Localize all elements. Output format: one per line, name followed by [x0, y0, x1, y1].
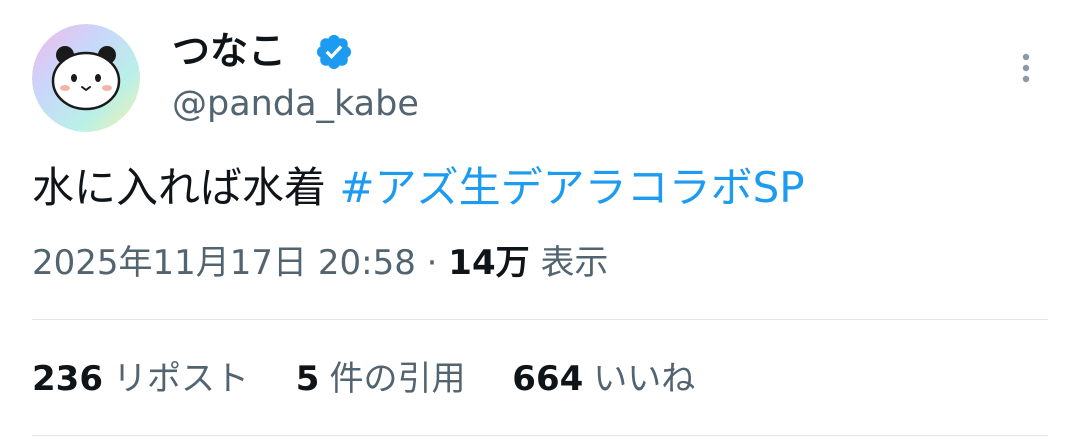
- views-label: 表示: [540, 243, 609, 283]
- views-count: 14万: [448, 243, 530, 283]
- display-name[interactable]: つなこ: [172, 28, 286, 74]
- reposts-label: リポスト: [112, 359, 249, 399]
- tweet-meta: 2025年11月17日 20:58 · 14万 表示: [32, 240, 608, 286]
- reposts-stat[interactable]: 236 リポスト: [32, 356, 249, 402]
- reposts-count: 236: [32, 359, 103, 399]
- verified-badge-icon[interactable]: [314, 32, 354, 72]
- divider: [32, 319, 1048, 320]
- likes-stat[interactable]: 664 いいね: [512, 356, 695, 402]
- panda-avatar-icon: [32, 24, 140, 132]
- tweet-stats: 236 リポスト 5 件の引用 664 いいね: [32, 356, 731, 402]
- divider: [32, 435, 1048, 436]
- hashtag-link[interactable]: #アズ生デアラコラボSP: [339, 163, 804, 212]
- quotes-stat[interactable]: 5 件の引用: [296, 356, 466, 402]
- likes-label: いいね: [593, 359, 696, 399]
- more-vertical-icon: [1022, 53, 1030, 83]
- tweet-text: 水に入れば水着 #アズ生デアラコラボSP: [32, 160, 805, 216]
- tweet-header: つなこ @panda_kabe: [32, 24, 1048, 134]
- likes-count: 664: [512, 359, 584, 399]
- timestamp[interactable]: 2025年11月17日 20:58: [32, 243, 416, 283]
- handle[interactable]: @panda_kabe: [172, 81, 419, 127]
- avatar[interactable]: [32, 24, 140, 132]
- meta-separator: ·: [426, 243, 438, 283]
- quotes-count: 5: [295, 359, 320, 399]
- tweet-body: 水に入れば水着: [32, 163, 327, 212]
- quotes-label: 件の引用: [329, 359, 466, 399]
- more-button[interactable]: [1010, 48, 1042, 88]
